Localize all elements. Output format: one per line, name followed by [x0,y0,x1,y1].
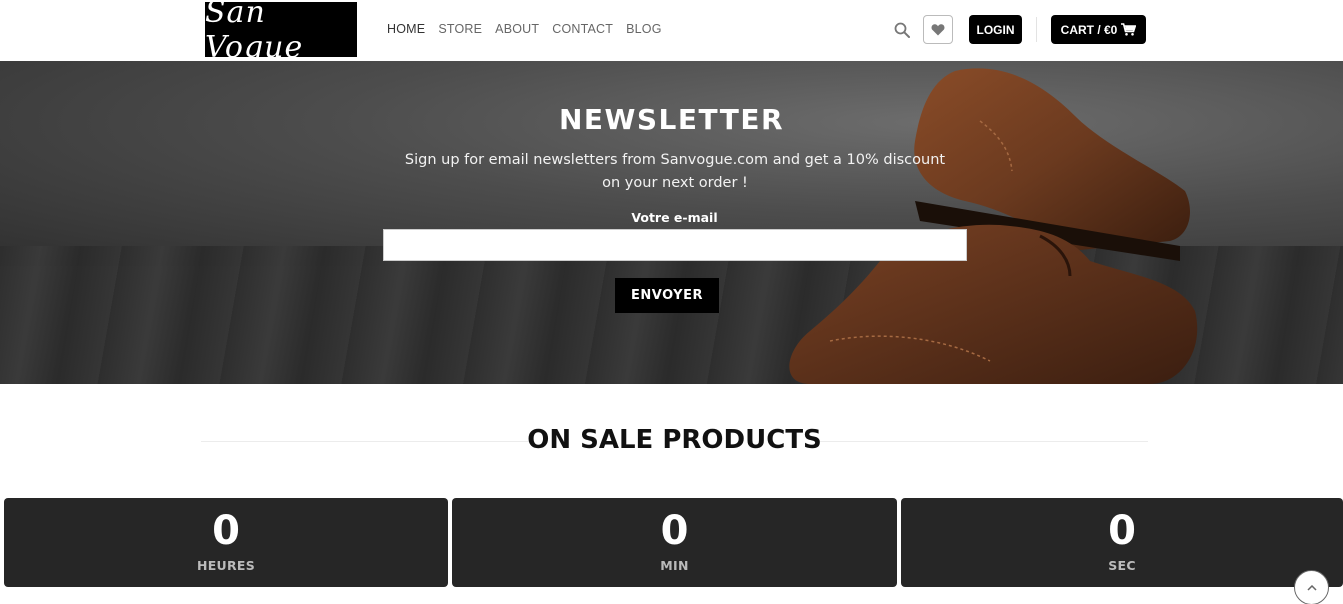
nav-about[interactable]: ABOUT [495,22,539,36]
countdown-minutes-label: MIN [660,558,689,573]
header-divider [1036,17,1037,42]
newsletter-description: Sign up for email newsletters from Sanvo… [404,152,946,191]
nav-home[interactable]: HOME [387,22,425,36]
cart-button[interactable]: CART / €0 [1051,15,1146,44]
countdown-seconds-label: SEC [1108,558,1136,573]
site-header: San Vogue HOME STORE ABOUT CONTACT BLOG … [0,0,1343,65]
cart-label: CART / €0 [1060,22,1118,37]
back-to-top-button[interactable] [1294,570,1329,604]
login-button[interactable]: LOGIN [969,15,1022,44]
submit-button[interactable]: ENVOYER [615,278,719,313]
search-icon[interactable] [894,22,910,38]
countdown-hours-value: 0 [212,508,240,554]
countdown-seconds-value: 0 [1108,508,1136,554]
newsletter-hero: NEWSLETTER Sign up for email newsletters… [0,61,1343,384]
nav-blog[interactable]: BLOG [626,22,662,36]
wishlist-button[interactable] [923,15,953,44]
logo-text: San Vogue [205,0,304,65]
site-logo[interactable]: San Vogue [205,0,357,65]
newsletter-title: NEWSLETTER [558,103,785,136]
nav-contact[interactable]: CONTACT [552,22,613,36]
heart-icon [931,24,945,36]
on-sale-header: ON SALE PRODUCTS [201,425,1148,459]
email-input[interactable] [383,229,967,261]
countdown-hours: 0 HEURES [4,498,448,587]
countdown-minutes-value: 0 [660,508,689,554]
chevron-up-icon [1306,584,1317,591]
countdown-seconds: 0 SEC [901,498,1343,587]
on-sale-title: ON SALE PRODUCTS [527,425,822,455]
countdown-minutes: 0 MIN [452,498,897,587]
nav-store[interactable]: STORE [438,22,482,36]
email-label: Votre e-mail [631,210,718,225]
countdown-hours-label: HEURES [196,558,256,573]
cart-icon [1121,23,1137,36]
main-nav: HOME STORE ABOUT CONTACT BLOG [387,22,662,36]
